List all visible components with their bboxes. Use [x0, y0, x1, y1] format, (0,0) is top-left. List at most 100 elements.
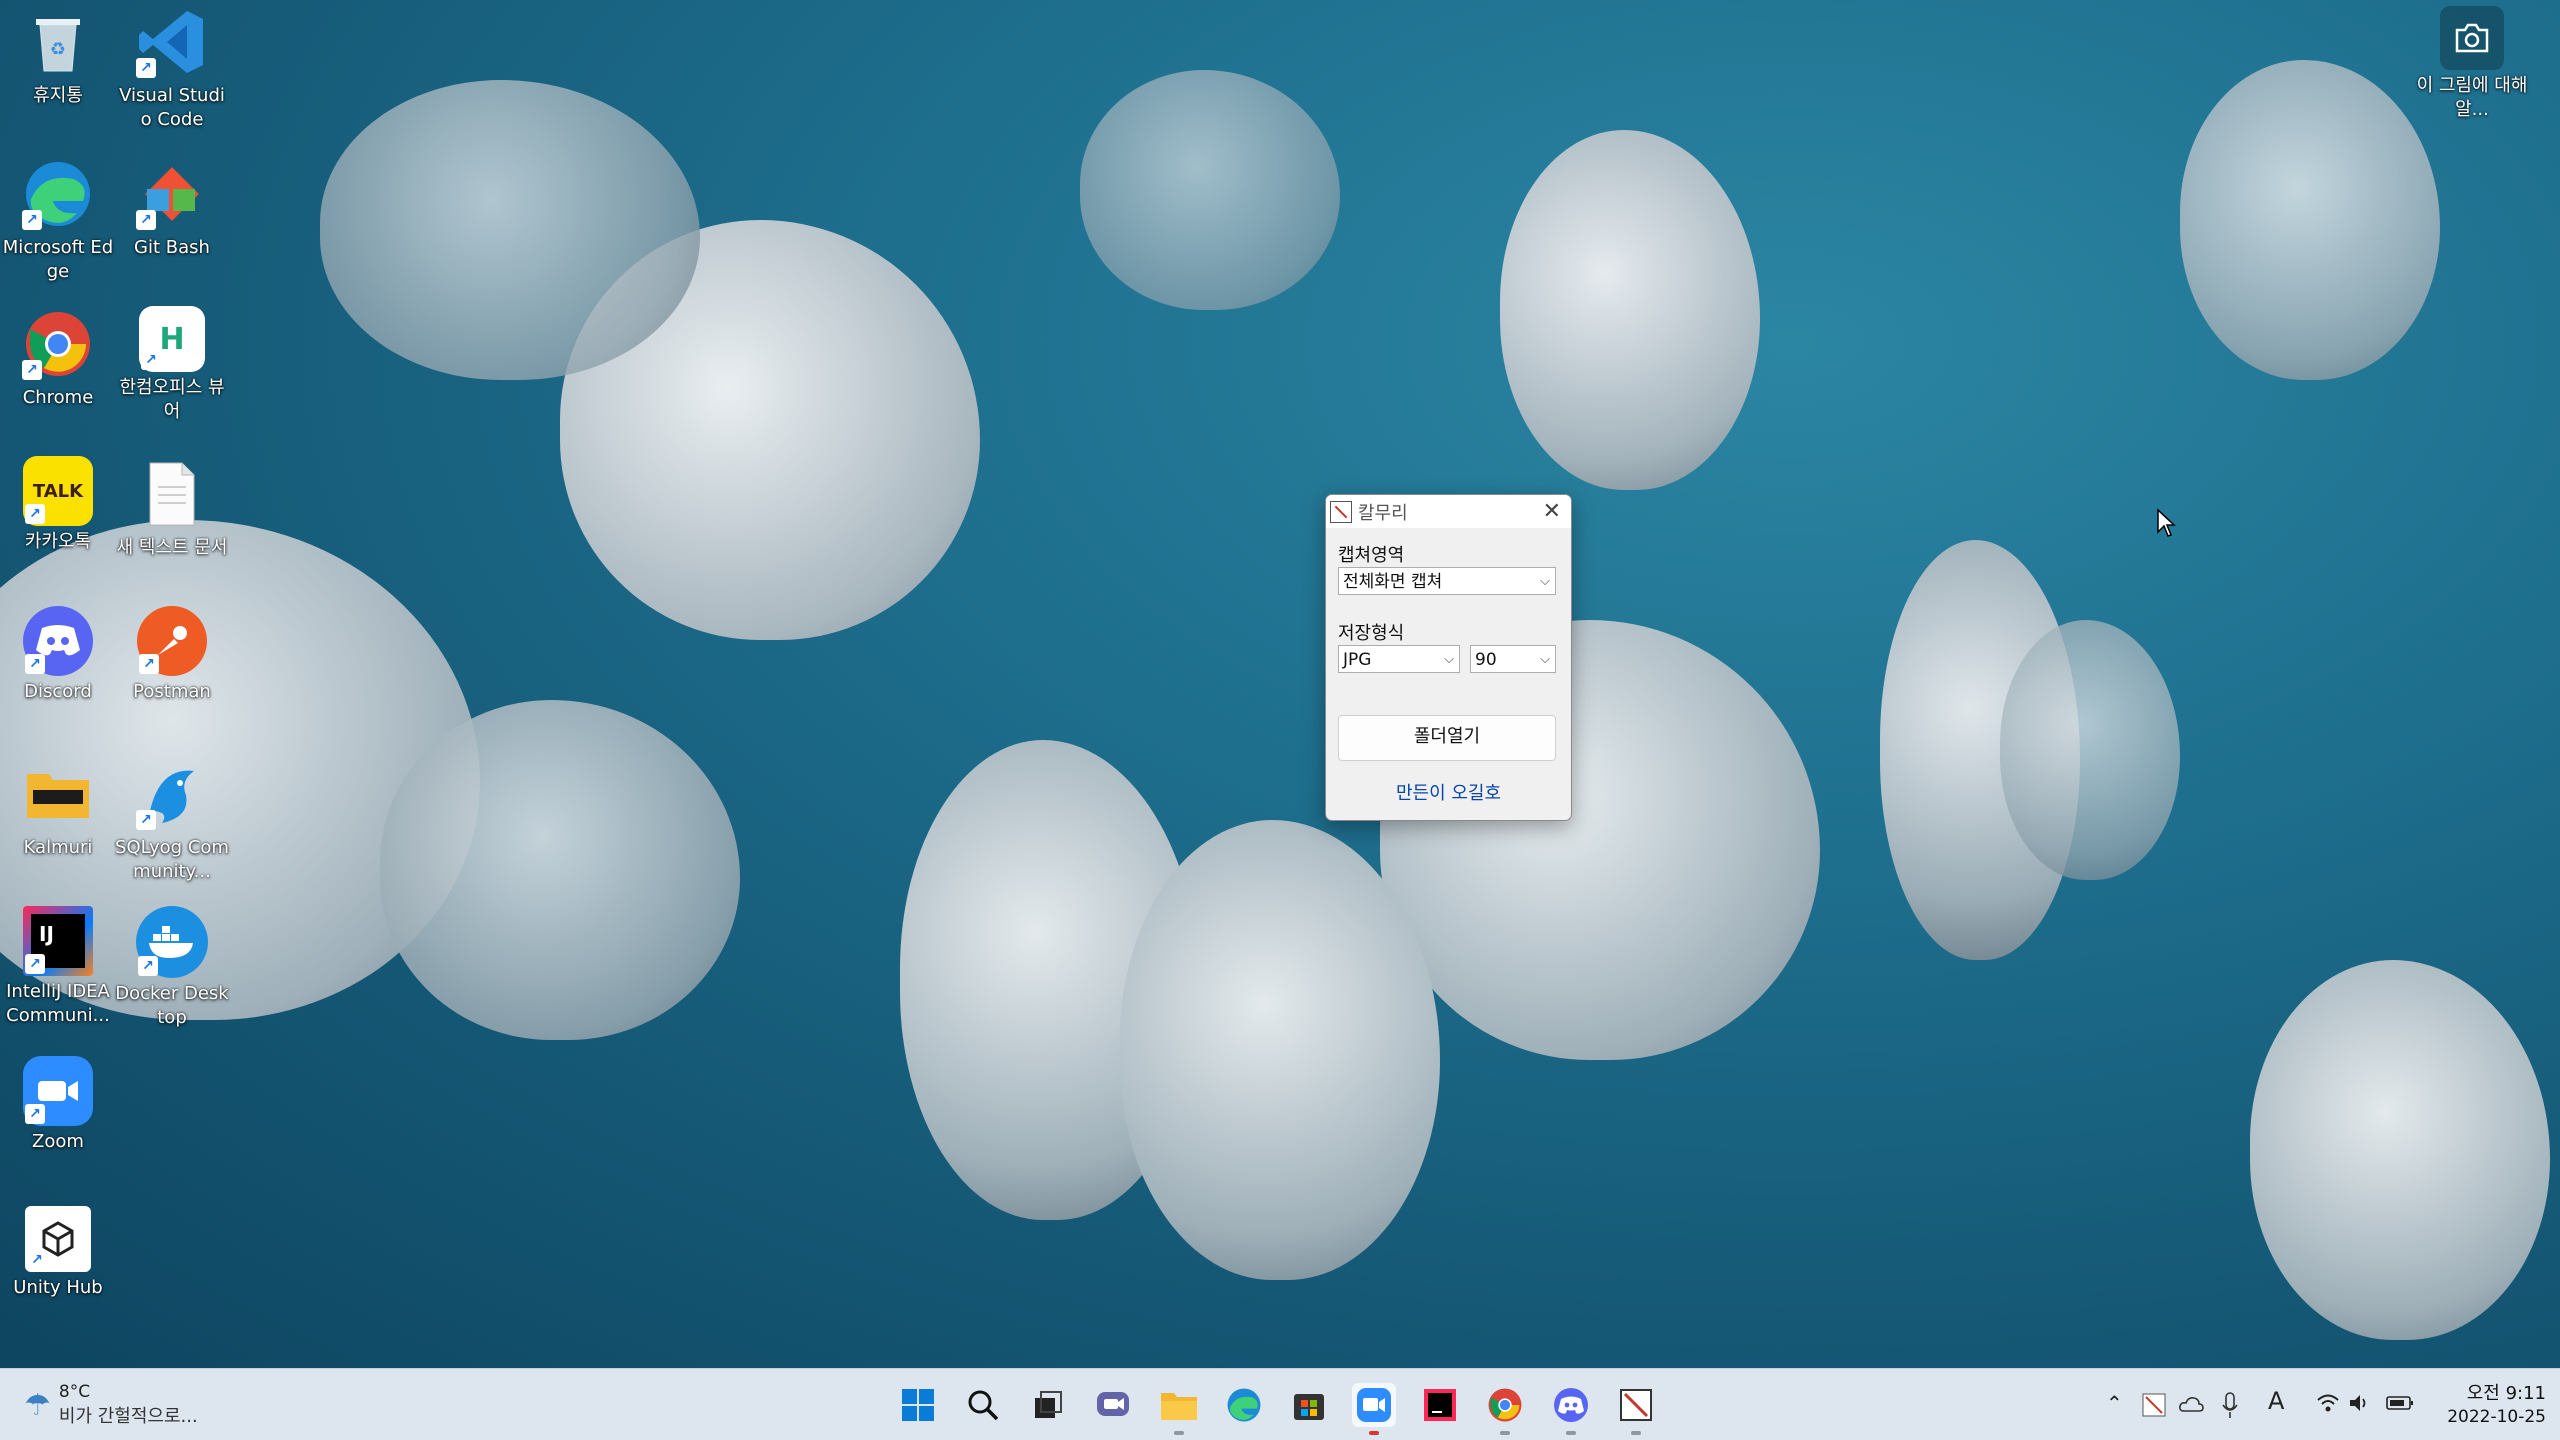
desktop-icon-text-document[interactable]: 새 텍스트 문서 — [114, 456, 230, 560]
volume-icon[interactable] — [2348, 1393, 2372, 1413]
edge-icon — [1227, 1388, 1261, 1422]
weather-widget[interactable]: ☂ 8°C 비가 간헐적으로... — [24, 1377, 198, 1433]
capture-area-label: 캡쳐영역 — [1338, 545, 1405, 566]
desktop-icon-unity-hub[interactable]: ↗ Unity Hub — [0, 1206, 116, 1300]
desktop-icon-kalmuri[interactable]: Kalmuri — [0, 756, 116, 860]
desktop-wallpaper: ♻ 휴지통 ↗ Visual Studio Code ↗ Microsoft E… — [0, 0, 2560, 1368]
kalmuri-tray-icon[interactable] — [2142, 1393, 2166, 1417]
clock[interactable]: 오전 9:11 2022-10-25 — [2428, 1379, 2546, 1427]
kalmuri-app-icon — [1330, 500, 1352, 523]
wallpaper-fish — [1500, 130, 1760, 490]
desktop-icon-recycle-bin[interactable]: ♻ 휴지통 — [0, 4, 116, 108]
desktop-icon-sqlyog[interactable]: ↗ SQLyog Community... — [114, 756, 230, 884]
teams-chat-icon — [1097, 1392, 1129, 1416]
chevron-down-icon: ⌵ — [1444, 652, 1454, 667]
ime-indicator[interactable]: A — [2268, 1387, 2284, 1415]
desktop-icon-postman[interactable]: ↗ Postman — [114, 606, 230, 704]
capture-area-select[interactable]: 전체화면 캡쳐 ⌵ — [1338, 567, 1556, 595]
wallpaper-fish — [2180, 60, 2440, 380]
folder-icon — [1161, 1393, 1197, 1420]
wallpaper-fish — [2000, 620, 2180, 880]
desktop-icon-zoom[interactable]: ↗ Zoom — [0, 1056, 116, 1154]
chevron-down-icon: ⌵ — [1540, 574, 1550, 589]
file-explorer-button[interactable] — [1157, 1383, 1201, 1435]
microphone-icon[interactable] — [2222, 1391, 2238, 1419]
clock-date: 2022-10-25 — [2447, 1407, 2546, 1427]
kalmuri-dialog: 칼무리 ✕ 캡쳐영역 전체화면 캡쳐 ⌵ 저장형식 JPG ⌵ 90 ⌵ 폴더열… — [1325, 494, 1572, 821]
hancom-viewer-icon: H ↗ — [139, 306, 205, 372]
desktop-icon-edge[interactable]: ↗ Microsoft Edge — [0, 156, 116, 284]
search-button[interactable] — [961, 1383, 1005, 1427]
vscode-icon: ↗ — [134, 4, 210, 80]
git-bash-icon: ↗ — [134, 156, 210, 232]
author-link[interactable]: 만든이 오길호 — [1326, 779, 1571, 805]
intellij-taskbar-button[interactable] — [1418, 1383, 1462, 1427]
dialog-titlebar[interactable]: 칼무리 ✕ — [1326, 495, 1571, 528]
chrome-taskbar-button[interactable] — [1483, 1383, 1527, 1435]
edge-taskbar-button[interactable] — [1222, 1383, 1266, 1427]
chrome-icon: ↗ — [20, 306, 96, 382]
discord-icon — [1554, 1388, 1588, 1422]
chevron-up-icon[interactable]: ⌃ — [2106, 1391, 2123, 1415]
edge-icon: ↗ — [20, 156, 96, 232]
format-select[interactable]: JPG ⌵ — [1338, 645, 1460, 673]
sqlyog-icon: ↗ — [134, 756, 210, 832]
kalmuri-icon — [20, 756, 96, 832]
battery-icon[interactable] — [2386, 1395, 2414, 1411]
running-indicator — [1500, 1431, 1510, 1435]
store-icon — [1294, 1394, 1324, 1420]
desktop-icon-chrome[interactable]: ↗ Chrome — [0, 306, 116, 410]
wallpaper-fish — [380, 700, 740, 1040]
kakaotalk-icon: TALK ↗ — [23, 456, 93, 526]
clock-time: 오전 9:11 — [2466, 1383, 2546, 1404]
running-indicator — [1631, 1431, 1641, 1435]
desktop-icon-vscode[interactable]: ↗ Visual Studio Code — [114, 4, 230, 132]
weather-desc: 비가 간헐적으로... — [58, 1406, 198, 1427]
desktop-icon-hancom-viewer[interactable]: H ↗ 한컴오피스 뷰어 — [114, 306, 230, 424]
store-button[interactable] — [1287, 1383, 1331, 1427]
wifi-icon[interactable] — [2316, 1393, 2340, 1413]
desktop-icon-intellij[interactable]: IJ ↗ IntelliJ IDEA Communi... — [0, 906, 116, 1028]
postman-icon: ↗ — [137, 606, 207, 676]
zoom-taskbar-button[interactable] — [1352, 1383, 1396, 1435]
running-indicator — [1566, 1431, 1576, 1435]
wallpaper-fish — [320, 80, 700, 380]
close-icon[interactable]: ✕ — [1543, 499, 1561, 524]
zoom-icon: ↗ — [23, 1056, 93, 1126]
quality-select[interactable]: 90 ⌵ — [1470, 645, 1556, 673]
open-folder-button[interactable]: 폴더열기 — [1338, 715, 1556, 761]
discord-taskbar-button[interactable] — [1549, 1383, 1593, 1435]
dialog-title: 칼무리 — [1358, 502, 1408, 524]
search-icon — [968, 1390, 999, 1421]
windows-icon — [902, 1389, 934, 1421]
desktop-icon-discord[interactable]: ↗ Discord — [0, 606, 116, 704]
docker-icon: ↗ — [136, 906, 208, 978]
text-document-icon — [134, 456, 210, 532]
intellij-icon — [1424, 1389, 1456, 1421]
discord-icon: ↗ — [23, 606, 93, 676]
kalmuri-taskbar-button[interactable] — [1614, 1383, 1658, 1435]
mouse-cursor-icon — [2157, 508, 2176, 537]
intellij-icon: IJ ↗ — [23, 906, 93, 976]
onedrive-icon[interactable] — [2178, 1395, 2204, 1413]
wallpaper-fish — [1080, 70, 1340, 310]
unity-hub-icon: ↗ — [25, 1206, 91, 1272]
rain-umbrella-icon: ☂ — [24, 1387, 51, 1423]
desktop-icon-kakaotalk[interactable]: TALK ↗ 카카오톡 — [0, 456, 116, 554]
wallpaper-fish — [2250, 960, 2550, 1340]
start-button[interactable] — [896, 1383, 940, 1427]
recycle-bin-icon: ♻ — [20, 4, 96, 80]
format-label: 저장형식 — [1338, 623, 1405, 644]
task-view-button[interactable] — [1026, 1383, 1070, 1427]
svg-text:♻: ♻ — [50, 39, 66, 60]
desktop-icon-git-bash[interactable]: ↗ Git Bash — [114, 156, 230, 260]
camera-icon — [2440, 6, 2504, 70]
taskbar: ☂ 8°C 비가 간헐적으로... ⌃ A 오전 9:11 2022-10-25 — [0, 1368, 2560, 1440]
desktop-icon-docker[interactable]: ↗ Docker Desktop — [114, 906, 230, 1030]
chrome-icon — [1488, 1388, 1522, 1422]
chevron-down-icon: ⌵ — [1540, 652, 1550, 667]
task-view-icon — [1035, 1391, 1062, 1418]
kalmuri-icon — [1620, 1389, 1652, 1421]
teams-chat-button[interactable] — [1091, 1383, 1135, 1427]
desktop-icon-spotlight[interactable]: 이 그림에 대해 알... — [2414, 6, 2530, 122]
